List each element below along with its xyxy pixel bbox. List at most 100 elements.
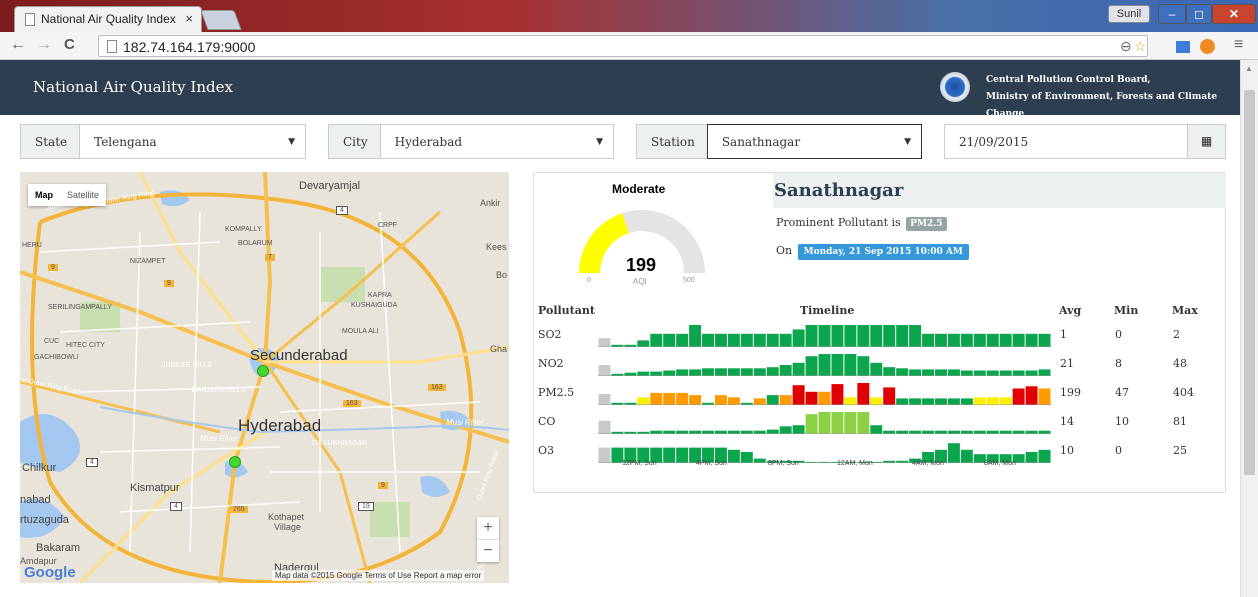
timeline-bar[interactable] <box>1025 386 1038 405</box>
timeline-bar[interactable] <box>999 370 1012 377</box>
page-scrollbar[interactable]: ▲ <box>1240 60 1258 597</box>
timeline-bar[interactable] <box>805 391 818 405</box>
timeline-bar[interactable] <box>1012 388 1025 406</box>
timeline-bar[interactable] <box>883 325 896 347</box>
station-value[interactable]: Sanathnagar ▼ <box>706 124 922 159</box>
calendar-icon[interactable]: ▦ <box>1187 125 1225 158</box>
timeline-bar[interactable] <box>779 426 792 434</box>
timeline-bar[interactable] <box>1038 369 1051 376</box>
timeline-bar[interactable] <box>805 325 818 347</box>
timeline-bar[interactable] <box>650 333 663 347</box>
city-value[interactable]: Hyderabad ▼ <box>381 125 613 158</box>
timeline-bar[interactable] <box>947 398 960 405</box>
timeline-bar[interactable] <box>818 354 831 376</box>
user-profile-button[interactable]: Sunil <box>1108 5 1150 23</box>
timeline-bar[interactable] <box>702 368 714 376</box>
timeline-bar[interactable] <box>766 367 779 376</box>
timeline-bar[interactable] <box>896 325 909 347</box>
timeline-bar[interactable] <box>727 397 740 405</box>
timeline-bar[interactable] <box>766 395 779 405</box>
timeline-bar[interactable] <box>960 398 973 405</box>
reload-icon[interactable]: C <box>64 36 75 53</box>
map[interactable]: Map Satellite Devaryamjal Ankir KOMPALLY… <box>20 172 509 583</box>
timeline-bar[interactable] <box>896 398 909 405</box>
timeline-bar[interactable] <box>740 368 753 376</box>
maximize-button[interactable]: ◻ <box>1186 4 1212 24</box>
timeline-bar[interactable] <box>753 368 766 376</box>
timeline-bar[interactable] <box>922 398 935 405</box>
timeline-bar[interactable] <box>1038 449 1051 463</box>
address-bar[interactable]: 182.74.164.179:9000 <box>98 35 1148 57</box>
timeline-bar[interactable] <box>857 325 870 347</box>
timeline-bar[interactable] <box>753 333 766 347</box>
timeline-bar[interactable] <box>1038 388 1051 406</box>
timeline-bar[interactable] <box>727 449 740 463</box>
menu-icon[interactable]: ≡ <box>1234 36 1243 54</box>
timeline-bar[interactable] <box>663 447 676 463</box>
timeline-bar[interactable] <box>779 395 792 405</box>
timeline-bar[interactable] <box>727 368 740 376</box>
timeline-bar[interactable] <box>779 365 792 376</box>
browser-tab[interactable]: National Air Quality Index × <box>14 6 202 32</box>
timeline-bar[interactable] <box>753 398 766 405</box>
timeline-bar[interactable] <box>637 397 650 405</box>
google-logo[interactable]: Google <box>24 564 76 581</box>
timeline-bar[interactable] <box>598 420 611 434</box>
timeline-bar[interactable] <box>740 333 753 347</box>
timeline-bar[interactable] <box>689 325 702 347</box>
station-select[interactable]: Station Sanathnagar ▼ <box>636 124 922 159</box>
timeline-bar[interactable] <box>909 325 922 347</box>
close-tab-icon[interactable]: × <box>185 11 193 26</box>
zoom-in-button[interactable]: + <box>477 517 499 539</box>
timeline-bar[interactable] <box>922 369 935 376</box>
timeline-bar[interactable] <box>947 369 960 376</box>
timeline-bar[interactable] <box>960 370 973 377</box>
back-arrow-icon[interactable]: ← <box>10 36 26 54</box>
timeline-bar[interactable] <box>999 333 1012 347</box>
forward-arrow-icon[interactable]: → <box>36 36 52 54</box>
timeline-bar[interactable] <box>999 397 1012 405</box>
timeline-bar[interactable] <box>986 397 999 405</box>
timeline-bar[interactable] <box>947 333 960 347</box>
timeline-bar[interactable] <box>1012 370 1025 377</box>
scroll-up-icon[interactable]: ▲ <box>1245 64 1253 73</box>
timeline-bar[interactable] <box>909 369 922 376</box>
timeline-bar[interactable] <box>844 397 857 405</box>
timeline-bar[interactable] <box>676 333 689 347</box>
timeline-bar[interactable] <box>935 398 947 405</box>
timeline-bar[interactable] <box>818 325 831 347</box>
timeline-bar[interactable] <box>973 397 986 405</box>
timeline-bar[interactable] <box>727 333 740 347</box>
timeline-bar[interactable] <box>663 392 676 405</box>
timeline-bar[interactable] <box>714 368 727 376</box>
timeline-bar[interactable] <box>922 333 935 347</box>
extension-icon[interactable] <box>1176 41 1190 53</box>
timeline-bar[interactable] <box>870 362 883 376</box>
timeline-bar[interactable] <box>818 412 831 434</box>
timeline-bar[interactable] <box>792 425 805 434</box>
timeline-bar[interactable] <box>909 398 922 405</box>
timeline-bar[interactable] <box>818 391 831 405</box>
timeline-bar[interactable] <box>676 392 689 405</box>
timeline-bar[interactable] <box>792 362 805 376</box>
timeline-bar[interactable] <box>676 447 689 463</box>
timeline-bar[interactable] <box>779 333 792 347</box>
timeline-bar[interactable] <box>973 333 986 347</box>
map-attribution[interactable]: Map data ©2015 Google Terms of Use Repor… <box>272 570 485 581</box>
timeline-bar[interactable] <box>598 394 611 405</box>
timeline-bar[interactable] <box>844 354 857 376</box>
timeline-bar[interactable] <box>1038 333 1051 347</box>
timeline-bar[interactable] <box>598 447 611 463</box>
timeline-bar[interactable] <box>947 443 960 463</box>
timeline-bar[interactable] <box>870 397 883 405</box>
timeline-bar[interactable] <box>1025 333 1038 347</box>
timeline-bar[interactable] <box>689 369 702 376</box>
timeline-bar[interactable] <box>792 329 805 347</box>
timeline-bar[interactable] <box>650 392 663 405</box>
city-select[interactable]: City Hyderabad ▼ <box>328 124 614 159</box>
timeline-bar[interactable] <box>792 385 805 405</box>
timeline-bar[interactable] <box>805 356 818 376</box>
timeline-bar[interactable] <box>883 387 896 405</box>
timeline-bar[interactable] <box>831 325 844 347</box>
timeline-bar[interactable] <box>714 395 727 405</box>
